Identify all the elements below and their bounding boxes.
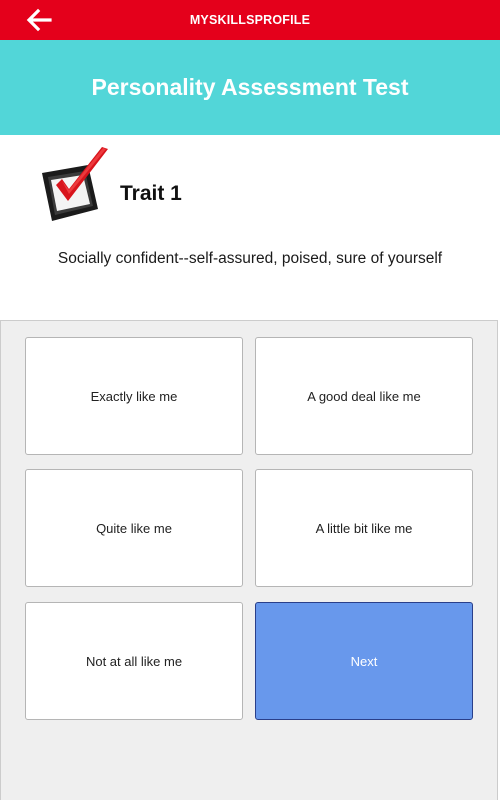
back-button[interactable] bbox=[24, 6, 54, 34]
option-a-good-deal-like-me[interactable]: A good deal like me bbox=[255, 337, 473, 455]
top-app-bar: MYSKILLSPROFILE bbox=[0, 0, 500, 40]
answer-panel: Exactly like me A good deal like me Quit… bbox=[0, 320, 498, 800]
option-exactly-like-me[interactable]: Exactly like me bbox=[25, 337, 243, 455]
arrow-left-icon bbox=[26, 8, 52, 32]
option-quite-like-me[interactable]: Quite like me bbox=[25, 469, 243, 587]
checkmark-tablet-logo bbox=[40, 145, 112, 227]
page-title: Personality Assessment Test bbox=[91, 74, 409, 100]
next-button[interactable]: Next bbox=[255, 602, 473, 720]
option-not-at-all-like-me[interactable]: Not at all like me bbox=[25, 602, 243, 720]
trait-title: Trait 1 bbox=[120, 182, 182, 205]
trait-description: Socially confident--self-assured, poised… bbox=[57, 250, 443, 267]
app-title: MYSKILLSPROFILE bbox=[189, 13, 311, 27]
option-a-little-bit-like-me[interactable]: A little bit like me bbox=[255, 469, 473, 587]
header-band: Personality Assessment Test bbox=[0, 40, 500, 135]
